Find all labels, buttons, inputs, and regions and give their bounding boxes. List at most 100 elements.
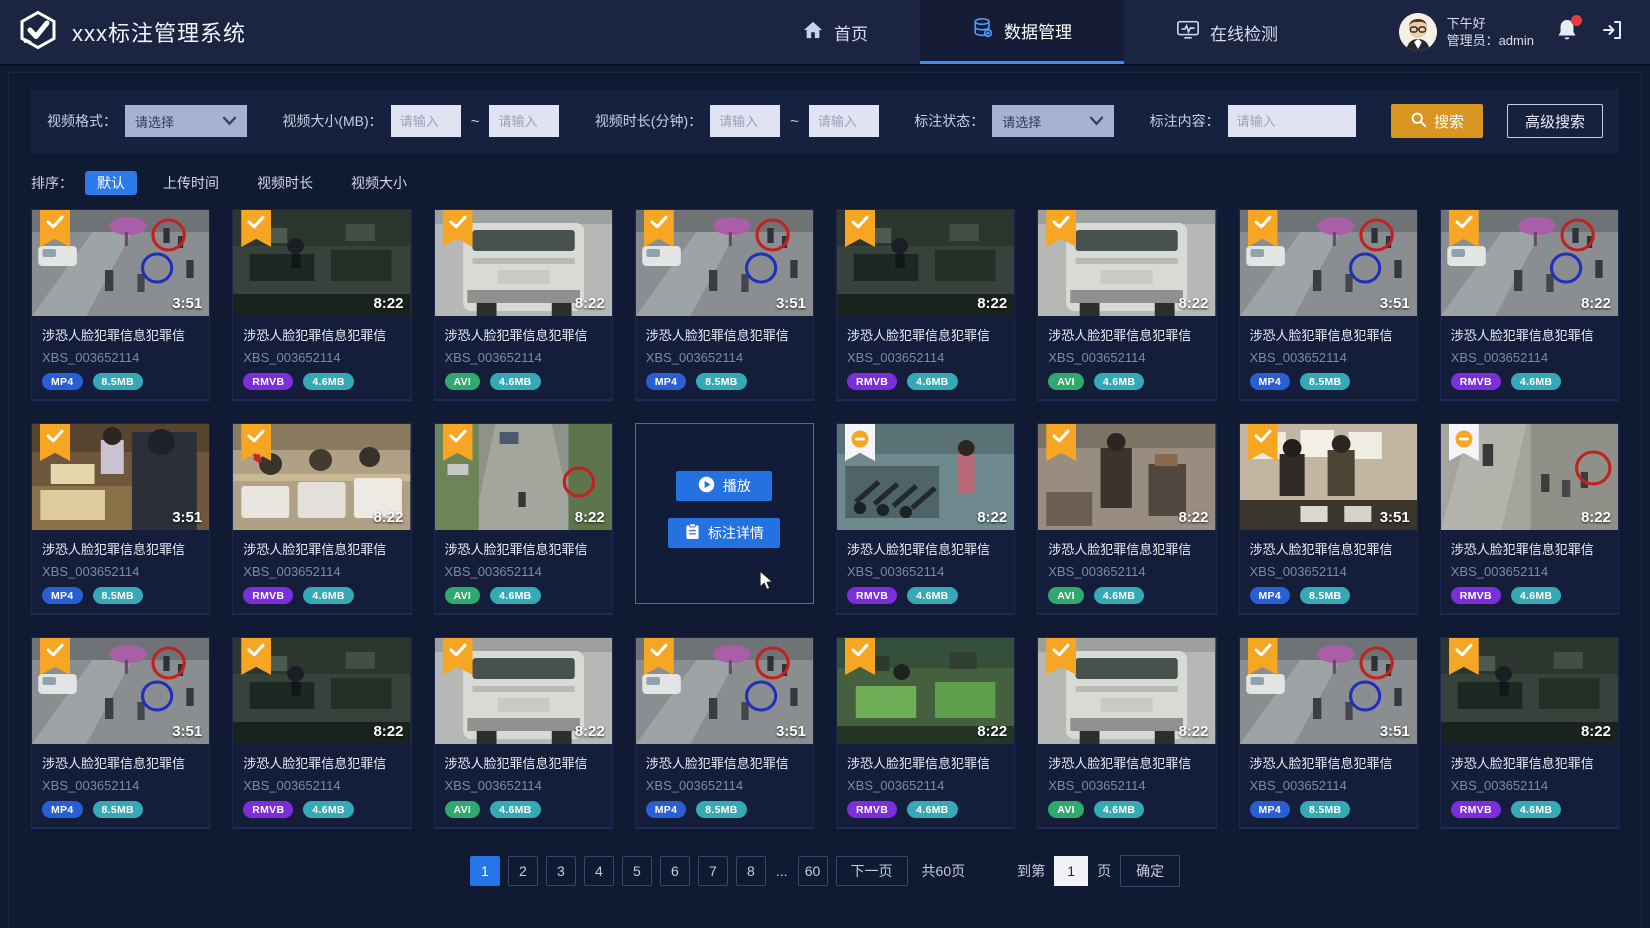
video-card[interactable]: 3:51 涉恐人脸犯罪信息犯罪信 XBS_003652114 MP4 8.5MB [1239,637,1418,829]
video-thumbnail[interactable]: 8:22 [1441,210,1618,316]
format-badge: AVI [445,373,481,390]
video-thumbnail[interactable]: 8:22 [837,638,1014,744]
avatar[interactable] [1399,13,1437,51]
video-card[interactable]: 3:51 涉恐人脸犯罪信息犯罪信 XBS_003652114 MP4 8.5MB [31,423,210,615]
video-title: 涉恐人脸犯罪信息犯罪信 [243,753,400,772]
video-card[interactable]: 8:22 涉恐人脸犯罪信息犯罪信 XBS_003652114 AVI 4.6MB [1037,423,1216,615]
video-thumbnail[interactable]: 3:51 [636,210,813,316]
video-card[interactable]: 3:51 涉恐人脸犯罪信息犯罪信 XBS_003652114 MP4 8.5MB [635,209,814,401]
video-thumbnail[interactable]: 3:51 [636,638,813,744]
page-button-4[interactable]: 4 [584,856,614,886]
video-thumbnail[interactable]: 8:22 [837,424,1014,530]
page-button-2[interactable]: 2 [508,856,538,886]
sort-option-1[interactable]: 上传时间 [151,171,231,195]
video-card[interactable]: 8:22 涉恐人脸犯罪信息犯罪信 XBS_003652114 RMVB 4.6M… [836,209,1015,401]
nav-item-online-detection[interactable]: 在线检测 [1124,0,1330,64]
video-card[interactable]: 8:22 涉恐人脸犯罪信息犯罪信 XBS_003652114 RMVB 4.6M… [1440,209,1619,401]
video-card[interactable]: 3:51 涉恐人脸犯罪信息犯罪信 XBS_003652114 MP4 8.5MB [1239,423,1418,615]
video-card[interactable]: 3:51 涉恐人脸犯罪信息犯罪信 XBS_003652114 MP4 8.5MB [31,209,210,401]
video-card[interactable]: 8:22 涉恐人脸犯罪信息犯罪信 XBS_003652114 RMVB 4.6M… [836,423,1015,615]
video-thumbnail[interactable]: 8:22 [233,638,410,744]
page-button-8[interactable]: 8 [736,856,766,886]
video-size-max-input[interactable] [489,105,559,137]
sort-option-0[interactable]: 默认 [85,171,137,195]
video-card[interactable]: 8:22 涉恐人脸犯罪信息犯罪信 XBS_003652114 RMVB 4.6M… [1440,423,1619,615]
play-button[interactable]: 播放 [676,471,772,501]
filter-video-size: 视频大小(MB)： ~ [282,105,559,137]
video-thumbnail[interactable]: 3:51 [1240,210,1417,316]
confirm-button[interactable]: 确定 [1120,855,1180,887]
logout-icon[interactable] [1600,18,1624,47]
video-card[interactable]: 8:22 涉恐人脸犯罪信息犯罪信 XBS_003652114 AVI 4.6MB [434,637,613,829]
sort-option-2[interactable]: 视频时长 [245,171,325,195]
video-thumbnail[interactable]: 8:22 [233,424,410,530]
video-card[interactable]: 8:22 涉恐人脸犯罪信息犯罪信 XBS_003652114 AVI 4.6MB [434,423,613,615]
video-thumbnail[interactable]: 8:22 [1441,424,1618,530]
advanced-search-button[interactable]: 高级搜索 [1507,104,1603,138]
video-thumbnail[interactable]: 3:51 [32,424,209,530]
page-button-1[interactable]: 1 [470,856,500,886]
video-card[interactable]: 3:51 涉恐人脸犯罪信息犯罪信 XBS_003652114 MP4 8.5MB [31,637,210,829]
video-duration-max-input[interactable] [809,105,879,137]
video-thumbnail[interactable]: 8:22 [1441,638,1618,744]
goto-page-input[interactable] [1054,856,1088,886]
video-card[interactable]: 8:22 涉恐人脸犯罪信息犯罪信 XBS_003652114 AVI 4.6MB [1037,209,1216,401]
video-duration: 3:51 [776,723,806,740]
card-badges: MP4 8.5MB [1250,587,1407,604]
video-size-label: 视频大小(MB)： [282,111,382,131]
annotation-status-select[interactable]: 请选择 [992,105,1114,137]
page-button-7[interactable]: 7 [698,856,728,886]
video-card[interactable]: 3:51 涉恐人脸犯罪信息犯罪信 XBS_003652114 MP4 8.5MB [635,637,814,829]
video-card[interactable]: 8:22 涉恐人脸犯罪信息犯罪信 XBS_003652114 AVI 4.6MB [1037,637,1216,829]
video-title: 涉恐人脸犯罪信息犯罪信 [1250,753,1407,772]
format-badge: MP4 [646,373,687,390]
video-thumbnail[interactable]: 8:22 [233,210,410,316]
next-page-button[interactable]: 下一页 [836,856,908,886]
video-card[interactable]: 8:22 涉恐人脸犯罪信息犯罪信 XBS_003652114 RMVB 4.6M… [232,637,411,829]
video-thumbnail[interactable]: 8:22 [435,210,612,316]
video-thumbnail[interactable]: 8:22 [1038,424,1215,530]
video-card[interactable]: 3:51 涉恐人脸犯罪信息犯罪信 XBS_003652114 MP4 8.5MB [1239,209,1418,401]
video-title: 涉恐人脸犯罪信息犯罪信 [445,325,602,344]
video-card[interactable]: 8:22 涉恐人脸犯罪信息犯罪信 XBS_003652114 RMVB 4.6M… [836,637,1015,829]
video-duration: 8:22 [977,509,1007,526]
search-button[interactable]: 搜索 [1391,104,1483,138]
nav-item-home[interactable]: 首页 [750,0,920,64]
video-title: 涉恐人脸犯罪信息犯罪信 [1048,753,1205,772]
card-badges: RMVB 4.6MB [243,587,400,604]
annotation-detail-button[interactable]: 标注详情 [668,518,780,548]
nav-item-data-management[interactable]: 数据管理 [920,0,1124,64]
video-title: 涉恐人脸犯罪信息犯罪信 [1250,539,1407,558]
video-thumbnail[interactable]: 8:22 [1038,638,1215,744]
video-thumbnail[interactable]: 8:22 [435,638,612,744]
video-thumbnail[interactable]: 3:51 [1240,638,1417,744]
video-size-min-input[interactable] [391,105,461,137]
format-badge: RMVB [1451,373,1501,390]
video-thumbnail[interactable]: 3:51 [32,210,209,316]
video-thumbnail[interactable]: 8:22 [435,424,612,530]
video-id: XBS_003652114 [646,778,803,793]
range-separator: ~ [788,113,801,130]
video-card[interactable]: 8:22 涉恐人脸犯罪信息犯罪信 XBS_003652114 RMVB 4.6M… [232,423,411,615]
video-card[interactable]: 8:22 涉恐人脸犯罪信息犯罪信 XBS_003652114 AVI 4.6MB [434,209,613,401]
sort-option-3[interactable]: 视频大小 [339,171,419,195]
annotation-content-input[interactable] [1228,105,1356,137]
video-card[interactable]: 8:22 涉恐人脸犯罪信息犯罪信 XBS_003652114 RMVB 4.6M… [232,209,411,401]
notification-bell-icon[interactable] [1556,18,1578,47]
video-duration-min-input[interactable] [710,105,780,137]
page-button-3[interactable]: 3 [546,856,576,886]
play-button-label: 播放 [723,476,751,496]
video-thumbnail[interactable]: 8:22 [1038,210,1215,316]
video-card[interactable]: 8:22 涉恐人脸犯罪信息犯罪信 XBS_003652114 RMVB 4.6M… [1440,637,1619,829]
page-button-5[interactable]: 5 [622,856,652,886]
page-button-6[interactable]: 6 [660,856,690,886]
video-thumbnail[interactable]: 3:51 [1240,424,1417,530]
video-card-hovered[interactable]: 播放 标注详情 [635,423,814,604]
search-icon [1410,111,1427,132]
page-button-60[interactable]: 60 [798,856,828,886]
video-thumbnail[interactable]: 8:22 [837,210,1014,316]
video-thumbnail[interactable]: 3:51 [32,638,209,744]
video-format-select[interactable]: 请选择 [125,105,247,137]
card-badges: MP4 8.5MB [42,373,199,390]
user-info[interactable]: 下午好 管理员：admin [1399,13,1534,51]
